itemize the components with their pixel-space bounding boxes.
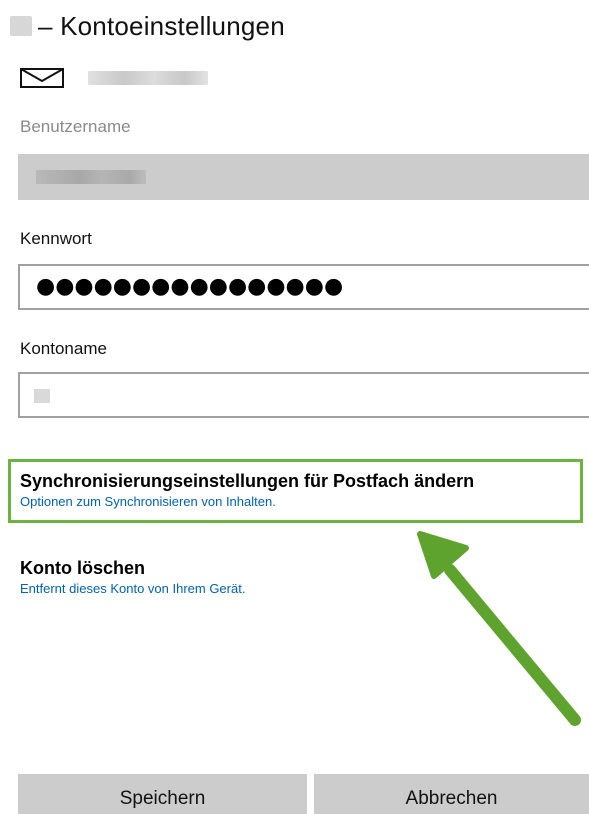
save-button[interactable]: Speichern — [18, 774, 307, 814]
sync-settings-subtitle: Optionen zum Synchronisieren von Inhalte… — [20, 494, 276, 509]
username-field — [18, 154, 589, 200]
delete-account-subtitle: Entfernt dieses Konto von Ihrem Gerät. — [20, 581, 246, 596]
page-title-text: – Kontoeinstellungen — [38, 10, 285, 41]
delete-account-heading: Konto löschen — [20, 558, 145, 578]
redacted-account-name — [10, 16, 32, 36]
password-field[interactable]: ●●●●●●●●●●●●●●●● — [18, 264, 589, 310]
sync-settings-heading: Synchronisierungseinstellungen für Postf… — [20, 471, 475, 491]
account-name-field[interactable] — [18, 372, 589, 418]
redacted-account-name-value — [34, 389, 50, 403]
password-value: ●●●●●●●●●●●●●●●● — [36, 274, 344, 299]
account-email-row — [20, 66, 208, 90]
username-label: Benutzername — [20, 117, 131, 136]
redacted-username — [36, 170, 146, 184]
green-arrow-annotation — [417, 531, 581, 726]
account-settings-page: – Kontoeinstellungen Benutzername Kennwo… — [0, 0, 589, 814]
mail-icon — [20, 68, 64, 88]
password-label: Kennwort — [20, 229, 92, 248]
account-name-label: Kontoname — [20, 339, 107, 358]
redacted-email-address — [88, 71, 208, 85]
page-title: – Kontoeinstellungen — [10, 8, 285, 44]
sync-settings-link[interactable]: Synchronisierungseinstellungen für Postf… — [8, 459, 583, 523]
cancel-button[interactable]: Abbrechen — [314, 774, 589, 814]
delete-account-link[interactable]: Konto löschen Entfernt dieses Konto von … — [20, 557, 245, 598]
